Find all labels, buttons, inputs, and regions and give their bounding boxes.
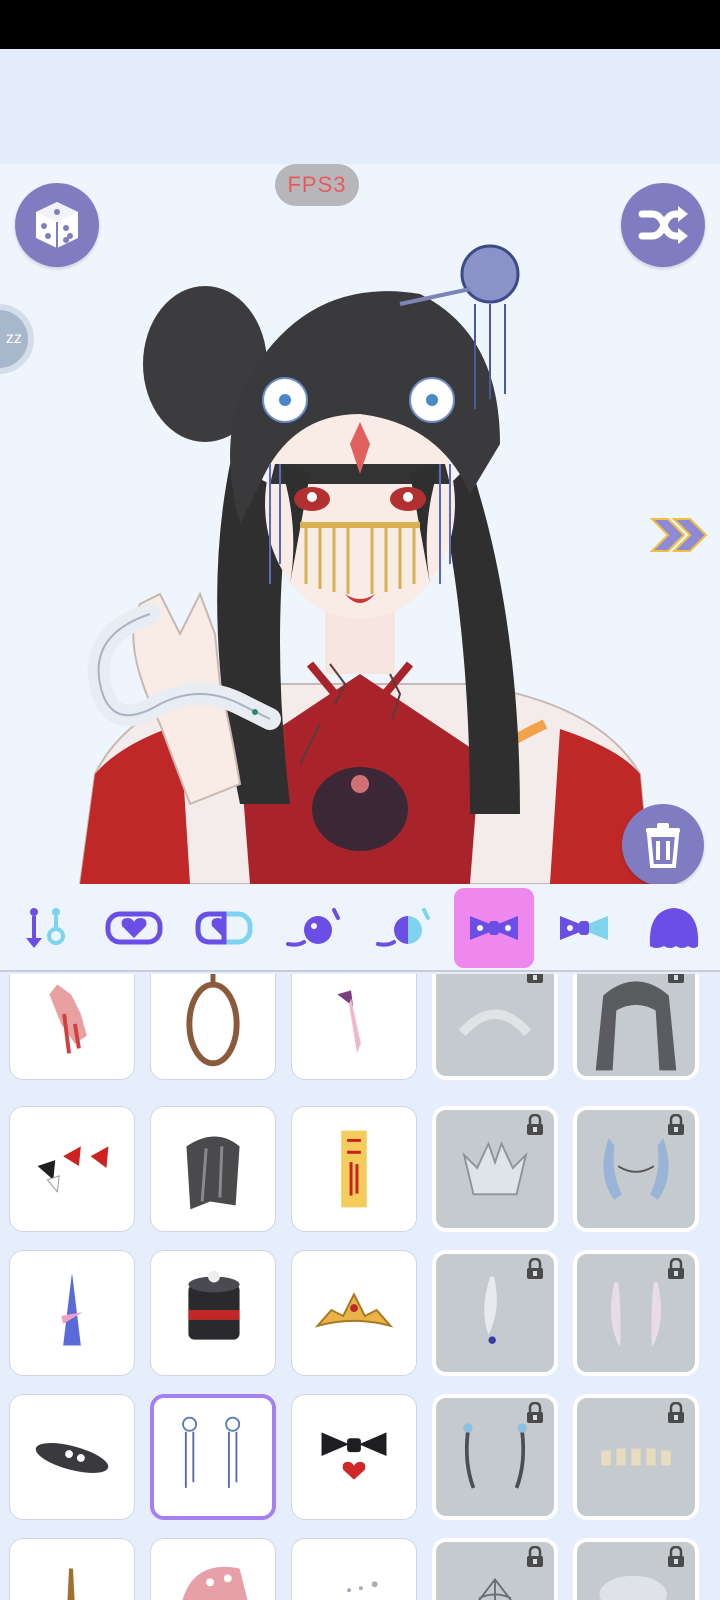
lock-icon <box>668 1402 684 1423</box>
item-cell[interactable] <box>291 1106 417 1232</box>
item-grid <box>0 974 720 1600</box>
item-cell[interactable] <box>150 1250 276 1376</box>
earring-pair-icon <box>26 908 65 948</box>
quill-icon <box>67 1568 75 1600</box>
item-cell[interactable] <box>291 1250 417 1376</box>
item-cell[interactable] <box>9 1394 135 1520</box>
item-cell[interactable] <box>573 1250 699 1376</box>
delete-button[interactable] <box>622 804 704 886</box>
item-cell[interactable] <box>432 1106 558 1232</box>
lace-headband-icon <box>458 1009 532 1037</box>
lock-icon <box>668 1114 684 1135</box>
category-tab-bar <box>0 884 720 972</box>
tab-bows-half[interactable] <box>544 888 624 968</box>
item-cell[interactable] <box>9 1250 135 1376</box>
item-cell[interactable] <box>9 1538 135 1600</box>
lock-icon <box>668 1546 684 1567</box>
hair-bangs-icon <box>186 1136 240 1210</box>
item-cell[interactable] <box>150 1106 276 1232</box>
ball-swoosh-icon <box>286 908 340 947</box>
flower-hat-icon <box>35 1443 109 1473</box>
tab-half-ball-swoosh[interactable] <box>364 888 444 968</box>
item-cell[interactable] <box>150 974 276 1080</box>
lock-icon <box>527 1114 543 1135</box>
heart-half-badge-icon <box>195 911 253 945</box>
tab-bows[interactable] <box>454 888 534 968</box>
blob-icon <box>649 908 699 948</box>
fps-counter: FPS3 <box>275 164 359 206</box>
heart-badge-icon <box>105 911 163 945</box>
butterfly-ribbon-icon <box>337 990 361 1054</box>
item-cell[interactable] <box>432 974 558 1080</box>
pink-cap-icon <box>182 1566 248 1600</box>
top-hat-icon <box>188 1270 240 1340</box>
bow-icon <box>470 916 518 940</box>
shuffle-button[interactable] <box>621 183 705 267</box>
lock-icon <box>668 1258 684 1279</box>
tab-heart-half-badge[interactable] <box>184 888 264 968</box>
black-bow-heart-icon <box>321 1432 387 1480</box>
item-cell[interactable] <box>432 1250 558 1376</box>
item-cell[interactable] <box>150 1394 276 1520</box>
red-bow-clip-icon <box>37 1146 109 1193</box>
item-cell[interactable] <box>150 1538 276 1600</box>
item-cell[interactable] <box>573 1538 699 1600</box>
bloody-hand-icon <box>49 984 87 1054</box>
lock-icon <box>527 1258 543 1279</box>
dots-icon <box>347 1581 378 1593</box>
item-cell[interactable] <box>291 1394 417 1520</box>
randomize-button[interactable] <box>15 183 99 267</box>
tab-earrings[interactable] <box>4 888 84 968</box>
top-banner-area <box>0 49 720 164</box>
item-cell[interactable] <box>573 1106 699 1232</box>
tab-blob[interactable] <box>634 888 714 968</box>
item-cell[interactable] <box>573 1394 699 1520</box>
trash-icon <box>646 823 680 868</box>
item-cell[interactable] <box>291 1538 417 1600</box>
bow-half-icon <box>560 916 608 940</box>
lock-icon <box>527 1546 543 1567</box>
gold-tiara-icon <box>314 1292 394 1328</box>
hood-icon <box>595 981 677 1071</box>
half-ball-swoosh-icon <box>376 908 430 947</box>
lock-icon <box>668 974 684 983</box>
rope-noose-icon <box>186 974 240 1067</box>
item-cell[interactable] <box>9 974 135 1080</box>
shuffle-icon <box>638 206 688 244</box>
unicorn-horn-icon <box>61 1272 83 1346</box>
item-cell[interactable] <box>432 1538 558 1600</box>
tab-ball-swoosh[interactable] <box>274 888 354 968</box>
flower-tassel-pins-icon <box>182 1416 241 1488</box>
character-stage <box>0 164 720 884</box>
status-bar <box>0 0 720 49</box>
item-cell[interactable] <box>291 974 417 1080</box>
talisman-paper-icon <box>341 1130 367 1208</box>
lock-icon <box>527 1402 543 1423</box>
item-cell[interactable] <box>9 1106 135 1232</box>
item-cell[interactable] <box>573 974 699 1080</box>
dice-icon <box>36 202 78 248</box>
character-illustration <box>78 244 652 884</box>
lock-icon <box>527 974 543 983</box>
double-chevron-right-icon[interactable] <box>648 513 710 557</box>
dress-up-screen: FPS3 zz <box>0 0 720 1600</box>
tab-heart-badge[interactable] <box>94 888 174 968</box>
item-cell[interactable] <box>432 1394 558 1520</box>
